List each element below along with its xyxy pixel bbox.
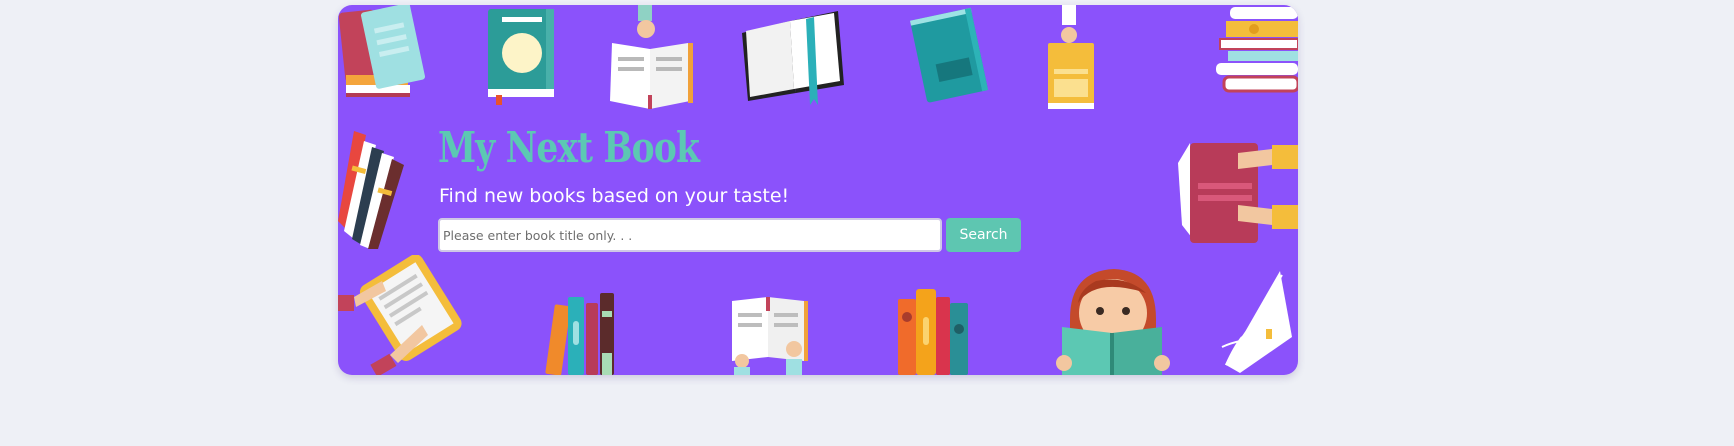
stacked-books-icon [338,5,426,97]
teal-book-with-moon-icon [488,9,554,105]
page-subtitle: Find new books based on your taste! [439,185,790,207]
fanned-book-spines-icon [338,131,404,249]
book-stack-icon [1216,7,1298,93]
open-book-with-bookmark-icon [742,11,844,105]
hands-holding-open-book-icon [732,297,808,375]
search-bar: Search [438,218,1021,252]
girl-reading-book-icon [1056,269,1170,375]
page-title: My Next Book [438,123,700,172]
hands-holding-red-book-icon [1178,143,1298,243]
flipping-pages-book-icon [1221,271,1292,373]
teal-book-icon [909,7,989,103]
bookshelf-books-icon [545,293,614,375]
hand-holding-open-book-icon [610,5,693,109]
hands-holding-tablet-icon [338,255,462,375]
standing-books-icon [898,289,968,375]
hero-banner: My Next Book Find new books based on you… [338,5,1298,375]
hand-holding-yellow-book-icon [1048,5,1094,109]
search-input[interactable] [438,218,942,252]
search-button[interactable]: Search [946,218,1021,252]
